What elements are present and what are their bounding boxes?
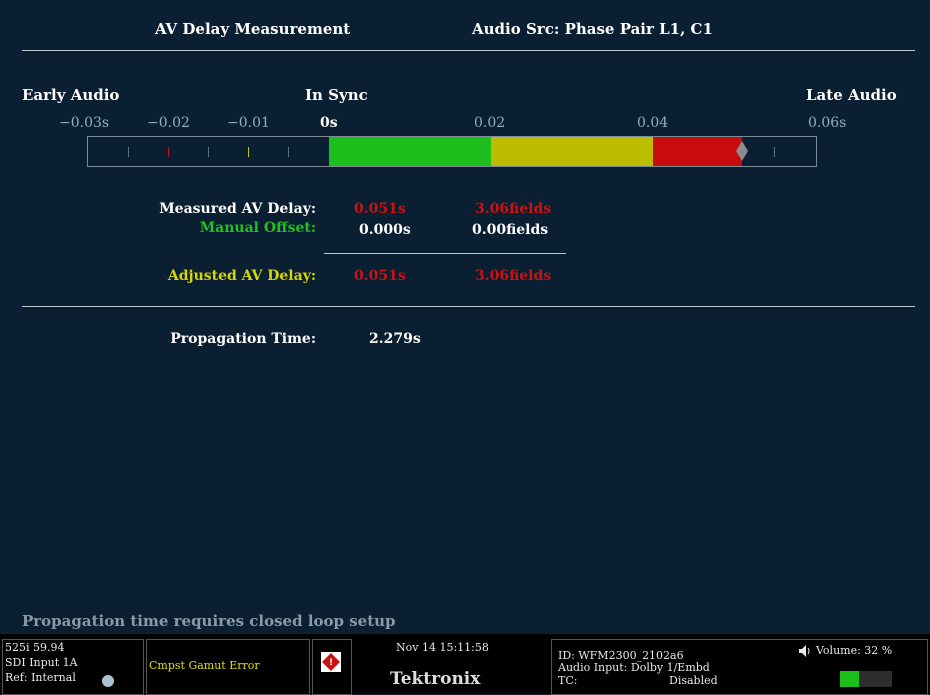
reference-source: Ref: Internal [5, 671, 76, 684]
volume-bar-fill [840, 671, 860, 687]
audio-source-label: Audio Src: Phase Pair L1, C1 [472, 20, 713, 38]
header-divider [22, 50, 915, 51]
propagation-divider [22, 306, 915, 307]
meter-yellow-zone [491, 137, 653, 166]
ref-status-indicator-icon [102, 675, 114, 687]
volume-level: Volume: 32 % [816, 644, 893, 657]
error-panel[interactable]: Cmpst Gamut Error [146, 639, 310, 695]
audio-input: Audio Input: Dolby 1/Embd [558, 661, 710, 674]
speaker-icon [799, 645, 810, 657]
meter-tick [248, 147, 249, 157]
svg-text:!: ! [329, 658, 333, 668]
late-audio-label: Late Audio [806, 86, 897, 104]
date-time: Nov 14 15:11:58 [396, 641, 489, 654]
meter-tick [168, 147, 169, 157]
scale-label-004: 0.04 [637, 115, 669, 131]
measured-av-delay-label: Measured AV Delay: [159, 201, 316, 217]
in-sync-label: In Sync [305, 86, 368, 104]
meter-tick [774, 147, 775, 157]
manual-offset-label: Manual Offset: [199, 220, 316, 236]
meter-green-zone [329, 137, 491, 166]
page-title: AV Delay Measurement [155, 20, 351, 38]
input-source: SDI Input 1A [5, 656, 78, 669]
propagation-time-value: 2.279s [369, 331, 421, 347]
scale-label-zero: 0s [320, 115, 338, 131]
scale-label-002: 0.02 [474, 115, 506, 131]
meter-tick [128, 147, 129, 157]
video-format: 525i 59.94 [5, 641, 65, 654]
signal-status-panel[interactable]: 525i 59.94 SDI Input 1A Ref: Internal [2, 639, 144, 695]
instrument-info-panel[interactable]: ID: WFM2300_2102a6 Audio Input: Dolby 1/… [551, 639, 928, 695]
early-audio-label: Early Audio [22, 86, 120, 104]
meter-tick [288, 147, 289, 157]
scale-label-neg002: −0.02 [147, 115, 190, 131]
timecode-label: TC: [558, 674, 578, 687]
scale-label-neg001: −0.01 [227, 115, 270, 131]
measured-av-delay-seconds: 0.051s [354, 201, 406, 217]
adjusted-av-delay-fields: 3.06fields [475, 268, 552, 284]
scale-label-neg003: −0.03s [59, 115, 110, 131]
measured-av-delay-fields: 3.06fields [475, 201, 552, 217]
alarm-warning-icon: ! [321, 652, 341, 672]
av-delay-meter [87, 136, 817, 167]
manual-offset-fields: 0.00fields [472, 222, 549, 238]
propagation-time-label: Propagation Time: [170, 331, 316, 347]
meter-tick [208, 147, 209, 157]
meter-red-zone [653, 137, 743, 166]
error-message: Cmpst Gamut Error [149, 659, 260, 672]
adjusted-av-delay-seconds: 0.051s [354, 268, 406, 284]
propagation-note: Propagation time requires closed loop se… [22, 612, 396, 630]
status-bar: 525i 59.94 SDI Input 1A Ref: Internal Cm… [0, 634, 930, 695]
delay-indicator-icon [736, 141, 749, 161]
sum-divider [324, 253, 566, 254]
adjusted-av-delay-label: Adjusted AV Delay: [167, 268, 316, 284]
scale-label-006: 0.06s [808, 115, 847, 131]
volume-bar[interactable] [840, 671, 892, 687]
manual-offset-seconds: 0.000s [359, 222, 411, 238]
alarm-panel[interactable]: ! [312, 639, 352, 695]
brand-logo: Tektronix [390, 669, 481, 689]
timecode-status: Disabled [669, 674, 718, 687]
